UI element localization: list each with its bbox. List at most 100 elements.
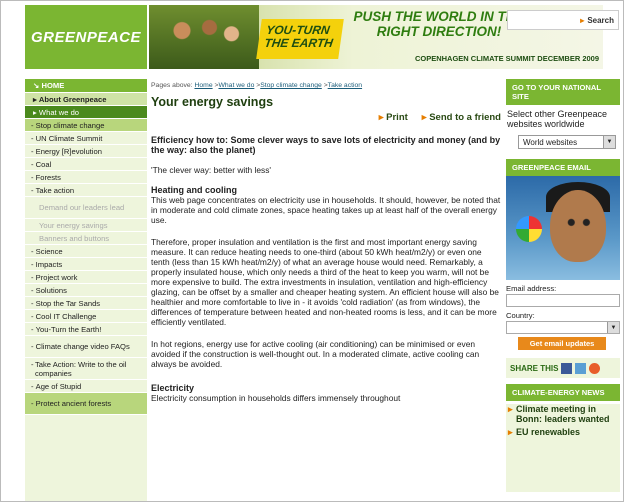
greenpeace-logo[interactable]: GREENPEACE — [25, 5, 147, 69]
heating-heading: Heating and cooling — [151, 185, 238, 195]
nav-label: Coal — [35, 159, 52, 169]
arrow-icon: ▸ — [508, 427, 513, 437]
nav-forests[interactable]: - Forests — [25, 171, 147, 184]
nav-label: Take action — [35, 185, 75, 195]
news-title: CLIMATE-ENERGY NEWS — [506, 384, 620, 401]
nav-label: Energy [R]evolution — [35, 146, 102, 156]
paragraph-2: Therefore, proper insulation and ventila… — [151, 237, 499, 327]
nav-label: UN Climate Summit — [35, 133, 103, 143]
country-label: Country: — [506, 311, 535, 320]
nav-label: Take Action: Write to the oil companies — [34, 359, 127, 378]
national-site-text: Select other Greenpeace websites worldwi… — [507, 109, 608, 129]
nav-you-turn[interactable]: - You-Turn the Earth! — [25, 323, 147, 336]
share-bar: SHARE THIS — [506, 358, 620, 378]
get-email-updates-button[interactable]: Get email updates — [518, 337, 606, 350]
nav-label: Stop the Tar Sands — [35, 298, 101, 308]
nav-label: Solutions — [35, 285, 67, 295]
print-link[interactable]: ▸ Print — [379, 113, 408, 123]
nav-un-climate-summit[interactable]: - UN Climate Summit — [25, 132, 147, 145]
nav-label: Science — [35, 246, 63, 256]
nav-label: Banners and buttons — [39, 233, 110, 243]
nav-label: Age of Stupid — [35, 381, 82, 391]
breadcrumb: Pages above: Home >What we do >Stop clim… — [151, 82, 363, 89]
pinwheel-icon — [516, 216, 542, 242]
mail-icon[interactable] — [575, 362, 587, 374]
email-label: Email address: — [506, 284, 557, 293]
bookmark-icon[interactable] — [589, 362, 601, 374]
chevron-down-icon: ▼ — [603, 136, 615, 148]
country-select[interactable]: ▼ — [506, 321, 620, 334]
news-item-label: Climate meeting in Bonn: leaders wanted — [516, 404, 610, 424]
nav-label: Forests — [35, 172, 61, 182]
breadcrumb-take-action[interactable]: Take action — [328, 82, 362, 89]
nav-demand-leaders[interactable]: Demand our leaders lead — [25, 197, 147, 219]
world-websites-select[interactable]: World websites ▼ — [518, 135, 616, 149]
breadcrumb-home[interactable]: Home — [194, 82, 212, 89]
nav-about[interactable]: ▸ About Greenpeace — [25, 93, 147, 106]
send-label: Send to a friend — [429, 112, 501, 123]
national-site-title: GO TO YOUR NATIONAL SITE — [506, 79, 620, 105]
email-box-title: GREENPEACE EMAIL — [506, 159, 620, 176]
quote-text: 'The clever way: better with less' — [151, 165, 272, 175]
arrow-icon: ▸ — [508, 404, 513, 414]
nav-solutions[interactable]: - Solutions — [25, 284, 147, 297]
nav-science[interactable]: - Science — [25, 245, 147, 258]
nav-take-action[interactable]: - Take action — [25, 184, 147, 197]
nav-what-we-do[interactable]: ▸ What we do — [25, 106, 147, 119]
nav-label: You-Turn the Earth! — [35, 324, 102, 334]
nav-write-oil-companies[interactable]: - Take Action: Write to the oil companie… — [25, 358, 147, 380]
page-actions: ▸ Print ▸ Send to a friend — [151, 113, 501, 123]
logo-text: GREENPEACE — [30, 28, 142, 46]
nav-cool-it[interactable]: - Cool IT Challenge — [25, 310, 147, 323]
nav-coal[interactable]: - Coal — [25, 158, 147, 171]
email-field[interactable] — [506, 294, 620, 307]
arrow-icon: ▸ — [580, 15, 585, 25]
breadcrumb-stop-climate-change[interactable]: Stop climate change — [260, 82, 322, 89]
nav-impacts[interactable]: - Impacts — [25, 258, 147, 271]
send-to-friend-link[interactable]: ▸ Send to a friend — [422, 113, 501, 123]
news-item[interactable]: ▸ EU renewables — [508, 427, 616, 437]
nav-label: Protect ancient forests — [35, 399, 112, 408]
news-item-label: EU renewables — [516, 427, 581, 437]
nav-label: About Greenpeace — [38, 94, 107, 104]
paragraph-4: Electricity consumption in households di… — [151, 393, 401, 403]
child-face — [550, 190, 606, 262]
nav-label: Demand our leaders lead — [39, 203, 125, 212]
nav-label: Stop climate change — [35, 120, 105, 130]
nav-label: Project work — [35, 272, 78, 282]
nav-your-energy-savings[interactable]: Your energy savings — [25, 219, 147, 232]
nav-tar-sands[interactable]: - Stop the Tar Sands — [25, 297, 147, 310]
search-link[interactable]: ▸ Search — [507, 10, 619, 30]
select-value: World websites — [523, 137, 578, 147]
breadcrumb-prefix: Pages above: — [151, 82, 193, 89]
nav-banners-buttons[interactable]: Banners and buttons — [25, 232, 147, 245]
nav-video-faqs[interactable]: - Climate change video FAQs — [25, 336, 147, 358]
nav-label: HOME — [41, 81, 65, 90]
paragraph-3: In hot regions, energy use for active co… — [151, 339, 480, 369]
child-photo — [506, 176, 620, 280]
breadcrumb-what-we-do[interactable]: What we do — [218, 82, 254, 89]
nav-project-work[interactable]: - Project work — [25, 271, 147, 284]
nav-label: What we do — [38, 107, 80, 117]
uturn-badge: YOU-TURN THE EARTH — [256, 19, 344, 59]
share-label: SHARE THIS — [510, 363, 559, 373]
nav-label: Climate change video FAQs — [35, 342, 130, 351]
arrow-icon: ↘ — [33, 81, 42, 90]
nav-home[interactable]: ↘ HOME — [25, 79, 147, 93]
search-label: Search — [587, 15, 614, 25]
banner-headline: PUSH THE WORLD IN THE RIGHT DIRECTION! — [353, 9, 525, 39]
nav-age-of-stupid[interactable]: - Age of Stupid — [25, 380, 147, 393]
left-navigation: ↘ HOME ▸ About Greenpeace ▸ What we do -… — [25, 79, 147, 501]
nav-stop-climate-change[interactable]: - Stop climate change — [25, 119, 147, 132]
paragraph-1: This web page concentrates on electricit… — [151, 195, 501, 225]
main-content: Pages above: Home >What we do >Stop clim… — [151, 81, 501, 403]
electricity-heading: Electricity — [151, 383, 195, 393]
nav-energy-revolution[interactable]: - Energy [R]evolution — [25, 145, 147, 158]
facebook-icon[interactable] — [561, 362, 573, 374]
nav-protect-forests[interactable]: - Protect ancient forests — [25, 393, 147, 415]
nav-label: Cool IT Challenge — [35, 311, 97, 321]
news-item[interactable]: ▸ Climate meeting in Bonn: leaders wanted — [508, 404, 616, 424]
nav-label: Impacts — [35, 259, 63, 269]
banner-event: COPENHAGEN CLIMATE SUMMIT DECEMBER 2009 — [414, 54, 599, 63]
nav-label: Your energy savings — [39, 220, 108, 230]
